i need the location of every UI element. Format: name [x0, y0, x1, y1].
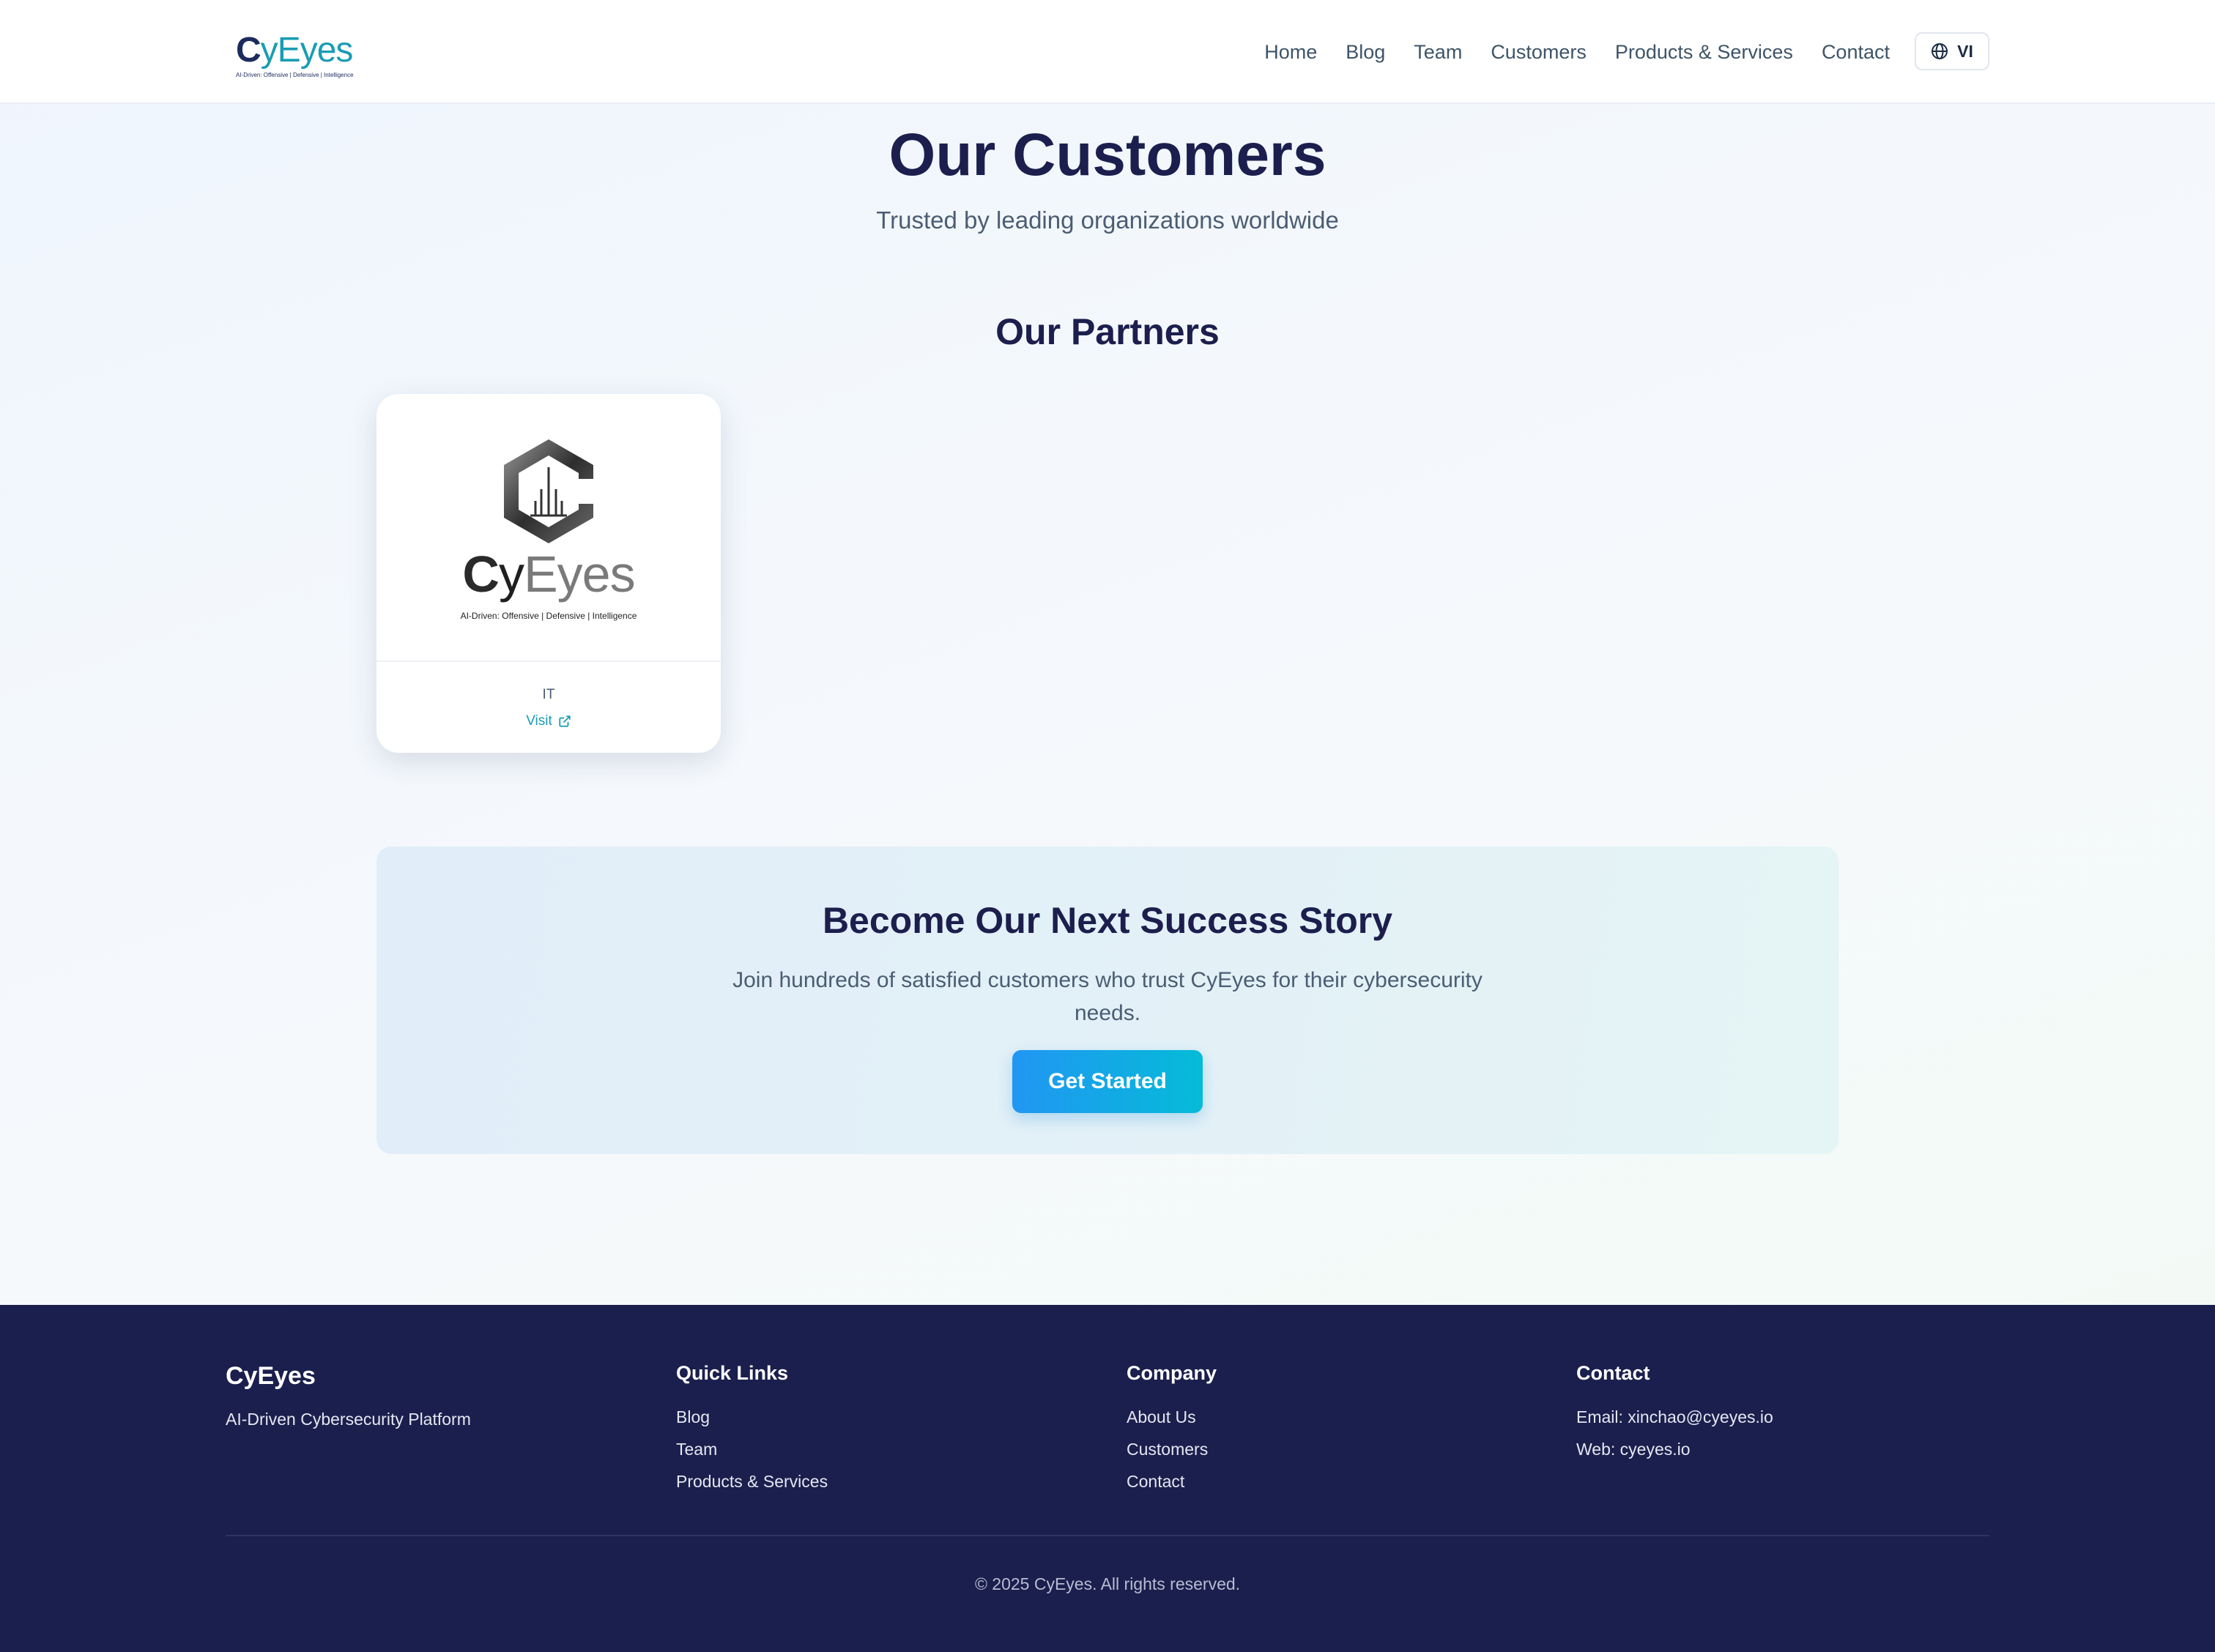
footer-contact-email[interactable]: Email: xinchao@cyeyes.io: [1576, 1401, 1773, 1433]
main-nav: Home Blog Team Customers Products & Serv…: [1264, 34, 1890, 70]
globe-icon: [1931, 42, 1948, 60]
partner-wordmark-y: y: [498, 546, 524, 603]
external-link-icon: [558, 715, 571, 728]
nav-team[interactable]: Team: [1414, 41, 1462, 64]
logo-tagline: AI-Driven: Offensive | Defensive | Intel…: [236, 72, 354, 78]
logo-prefix: C: [236, 31, 261, 70]
get-started-button[interactable]: Get Started: [1012, 1050, 1203, 1113]
partners-heading: Our Partners: [995, 311, 1220, 352]
partner-wordmark: CyEyes: [376, 545, 721, 603]
logo-main: yEyes: [260, 31, 354, 70]
language-label: VI: [1957, 41, 1973, 61]
nav-home[interactable]: Home: [1264, 41, 1317, 64]
card-divider: [376, 661, 721, 662]
footer-link-blog[interactable]: Blog: [676, 1401, 828, 1433]
cta-text: Join hundreds of satisfied customers who…: [732, 968, 1483, 1025]
nav-blog[interactable]: Blog: [1346, 41, 1385, 64]
site-footer: CyEyes AI-Driven Cybersecurity Platform …: [0, 1305, 2215, 1652]
partner-visit-link[interactable]: Visit: [376, 713, 721, 729]
partner-wordmark-rest: Eyes: [523, 546, 636, 603]
footer-contact-web[interactable]: Web: cyeyes.io: [1576, 1433, 1773, 1465]
cta-section: Become Our Next Success Story Join hundr…: [376, 847, 1839, 1154]
footer-contact-heading: Contact: [1576, 1362, 1650, 1384]
footer-brand-tagline: AI-Driven Cybersecurity Platform: [226, 1410, 471, 1429]
site-logo[interactable]: CyEyes AI-Driven: Offensive | Defensive …: [236, 29, 360, 81]
footer-link-customers[interactable]: Customers: [1127, 1433, 1217, 1465]
nav-contact[interactable]: Contact: [1822, 41, 1890, 64]
cta-title: Become Our Next Success Story: [822, 900, 1393, 941]
page-title: Our Customers: [888, 122, 1327, 188]
partner-card: CyEyes AI-Driven: Offensive | Defensive …: [376, 394, 721, 753]
footer-quick-links-heading: Quick Links: [676, 1362, 789, 1384]
cyeyes-hex-logo: [504, 439, 596, 543]
footer-contact: Contact Email: xinchao@cyeyes.io Web: cy…: [1576, 1362, 1773, 1465]
language-switch-button[interactable]: VI: [1915, 32, 1989, 70]
footer-company: Company About Us Customers Contact: [1127, 1362, 1217, 1497]
partner-tagline: AI-Driven: Offensive | Defensive | Intel…: [460, 611, 637, 621]
visit-label: Visit: [526, 713, 552, 729]
footer-link-about-us[interactable]: About Us: [1127, 1401, 1217, 1433]
site-header: CyEyes AI-Driven: Offensive | Defensive …: [0, 0, 2215, 104]
footer-link-team[interactable]: Team: [676, 1433, 828, 1465]
footer-divider: [226, 1535, 1989, 1536]
partner-category: IT: [542, 687, 555, 702]
nav-customers[interactable]: Customers: [1491, 41, 1587, 64]
footer-brand-column: CyEyes AI-Driven Cybersecurity Platform: [226, 1362, 471, 1429]
footer-quick-links: Quick Links Blog Team Products & Service…: [676, 1362, 828, 1497]
footer-copyright: © 2025 CyEyes. All rights reserved.: [974, 1574, 1241, 1593]
footer-link-contact[interactable]: Contact: [1127, 1465, 1217, 1497]
partner-wordmark-prefix: C: [462, 546, 500, 603]
page-subtitle: Trusted by leading organizations worldwi…: [876, 206, 1339, 234]
nav-products-services[interactable]: Products & Services: [1615, 41, 1793, 64]
partner-logo: CyEyes AI-Driven: Offensive | Defensive …: [376, 394, 721, 661]
footer-brand: CyEyes: [226, 1362, 316, 1390]
footer-company-heading: Company: [1127, 1362, 1217, 1384]
footer-link-products-services[interactable]: Products & Services: [676, 1465, 828, 1497]
logo-wordmark: CyEyes: [236, 29, 354, 72]
